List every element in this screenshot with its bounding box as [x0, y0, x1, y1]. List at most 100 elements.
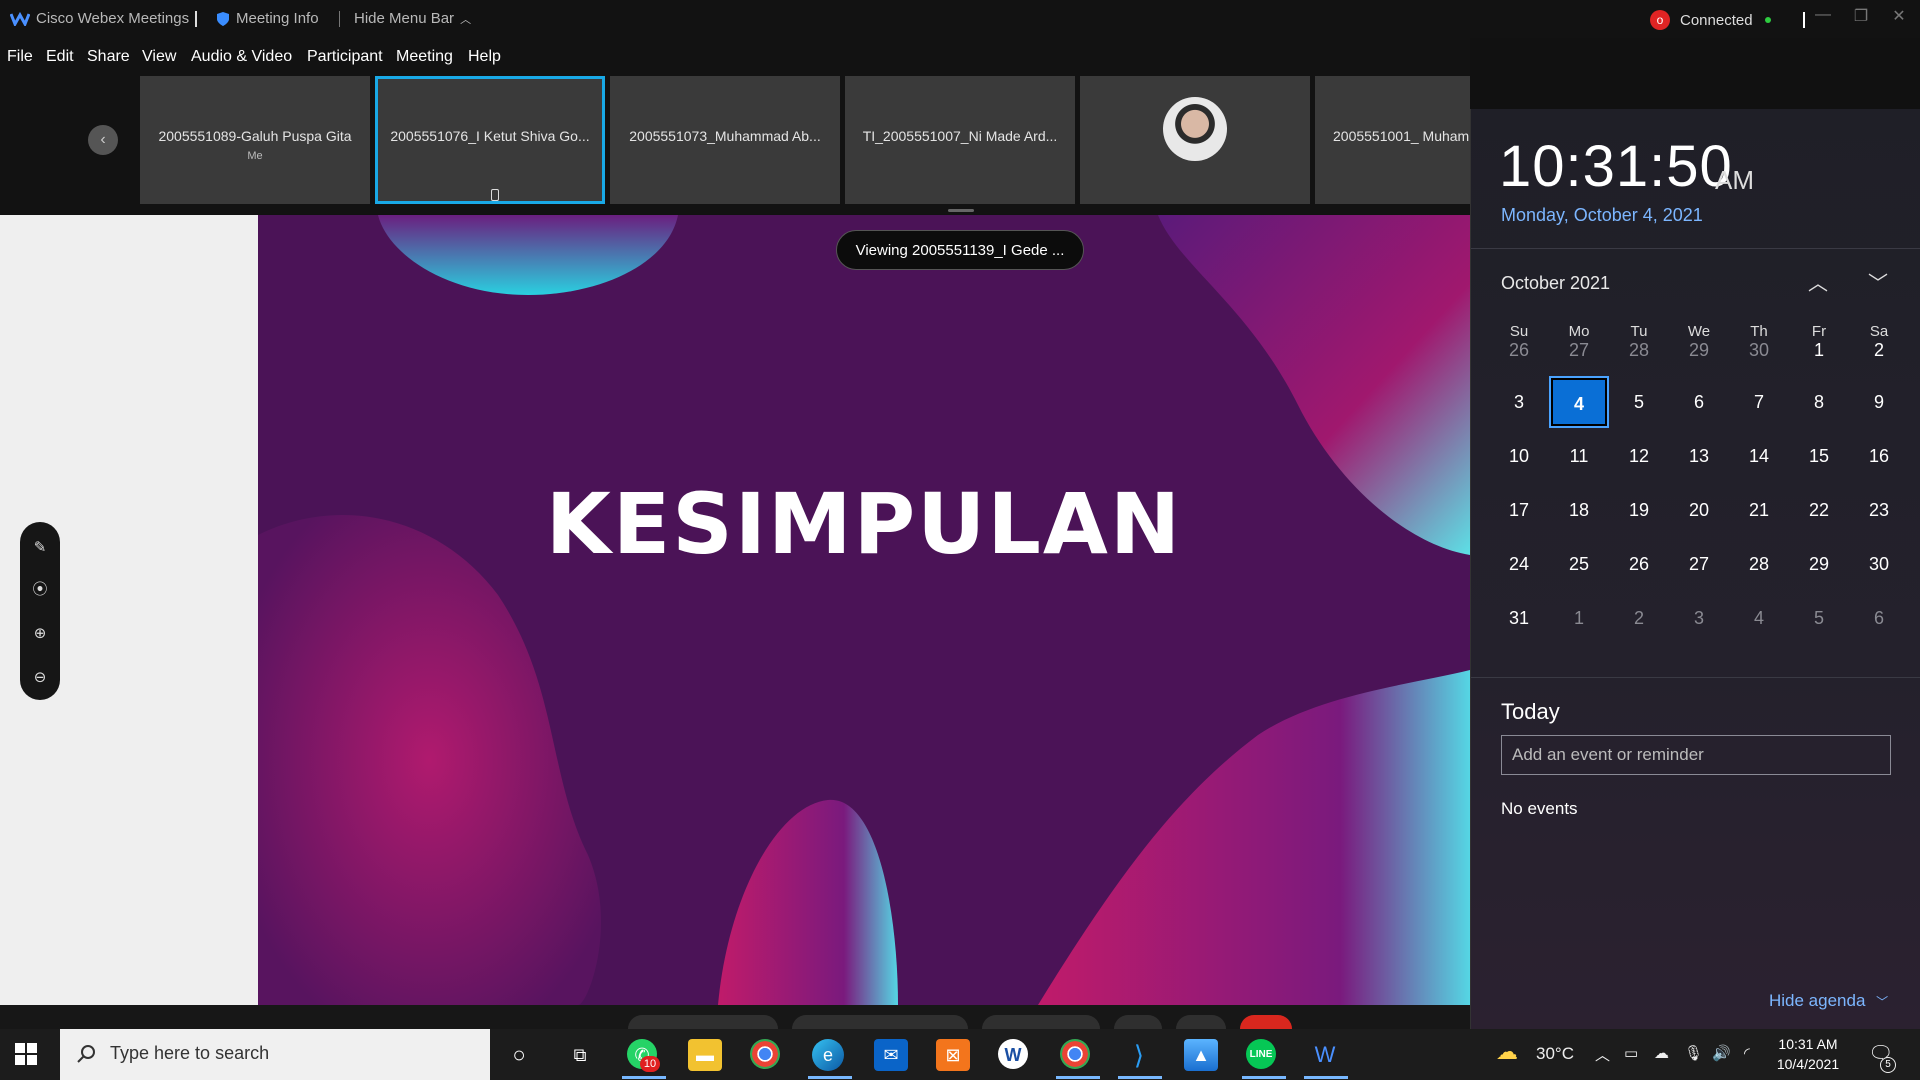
- menu-file[interactable]: File: [7, 48, 33, 66]
- temperature-label[interactable]: 30°C: [1536, 1044, 1574, 1064]
- scroll-left-button[interactable]: ‹: [88, 125, 118, 155]
- calendar-day[interactable]: 7: [1731, 378, 1787, 426]
- calendar-day[interactable]: 1: [1551, 594, 1607, 642]
- calendar-day[interactable]: 3: [1491, 378, 1547, 426]
- wifi-icon[interactable]: ◜: [1744, 1044, 1750, 1062]
- participants-button[interactable]: [1176, 1015, 1226, 1029]
- calendar-day[interactable]: 5: [1611, 378, 1667, 426]
- calendar-day[interactable]: 9: [1851, 378, 1907, 426]
- calendar-day[interactable]: 4: [1731, 594, 1787, 642]
- calendar-day[interactable]: 16: [1851, 432, 1907, 480]
- calendar-day-today[interactable]: 4: [1549, 376, 1609, 428]
- calendar-day[interactable]: 21: [1731, 486, 1787, 534]
- share-button[interactable]: [982, 1015, 1100, 1029]
- participant-tile[interactable]: 2005551001_ Muham: [1315, 76, 1470, 204]
- word-app-icon[interactable]: W: [998, 1039, 1028, 1069]
- next-month-icon[interactable]: ﹀: [1863, 267, 1893, 297]
- month-title[interactable]: October 2021: [1501, 273, 1610, 294]
- cortana-icon[interactable]: ○: [502, 1039, 536, 1071]
- calendar-day[interactable]: 29: [1791, 540, 1847, 588]
- close-button[interactable]: ✕: [1886, 6, 1912, 30]
- calendar-day[interactable]: 1: [1791, 326, 1847, 374]
- video-button[interactable]: [792, 1015, 968, 1029]
- menu-help[interactable]: Help: [468, 48, 501, 66]
- menu-share[interactable]: Share: [87, 48, 130, 66]
- menu-audio-video[interactable]: Audio & Video: [191, 48, 292, 66]
- weather-icon[interactable]: ☁: [1496, 1039, 1518, 1065]
- leave-meeting-button[interactable]: [1240, 1015, 1292, 1029]
- calendar-day[interactable]: 28: [1731, 540, 1787, 588]
- menu-meeting[interactable]: Meeting: [396, 48, 453, 66]
- calendar-day[interactable]: 23: [1851, 486, 1907, 534]
- calendar-day[interactable]: 30: [1731, 326, 1787, 374]
- calendar-day[interactable]: 10: [1491, 432, 1547, 480]
- file-explorer-icon[interactable]: ▬: [688, 1039, 722, 1071]
- vscode-icon[interactable]: ⟩: [1122, 1039, 1156, 1071]
- volume-icon[interactable]: 🔊: [1712, 1044, 1731, 1062]
- calendar-day[interactable]: 27: [1551, 326, 1607, 374]
- onedrive-icon[interactable]: ☁: [1654, 1044, 1669, 1062]
- calendar-day[interactable]: 14: [1731, 432, 1787, 480]
- participant-tile[interactable]: 2005551073_Muhammad Ab...: [610, 76, 840, 204]
- calendar-day[interactable]: 30: [1851, 540, 1907, 588]
- calendar-day[interactable]: 6: [1671, 378, 1727, 426]
- minimize-button[interactable]: —: [1810, 6, 1836, 30]
- annotate-icon[interactable]: ✎: [28, 536, 52, 560]
- calendar-day[interactable]: 11: [1551, 432, 1607, 480]
- calendar-day[interactable]: 19: [1611, 486, 1667, 534]
- calendar-day[interactable]: 17: [1491, 486, 1547, 534]
- photos-icon[interactable]: ▲: [1184, 1039, 1218, 1071]
- calendar-day[interactable]: 25: [1551, 540, 1607, 588]
- line-app-icon[interactable]: LINE: [1246, 1039, 1276, 1069]
- restore-button[interactable]: ❐: [1848, 6, 1874, 30]
- calendar-day[interactable]: 5: [1791, 594, 1847, 642]
- calendar-day[interactable]: 27: [1671, 540, 1727, 588]
- calendar-day[interactable]: 28: [1611, 326, 1667, 374]
- participant-tile[interactable]: TI_2005551007_Ni Made Ard...: [845, 76, 1075, 204]
- chrome-profile-icon[interactable]: [1060, 1039, 1090, 1069]
- calendar-day[interactable]: 18: [1551, 486, 1607, 534]
- taskbar-clock[interactable]: 10:31 AM 10/4/2021: [1770, 1034, 1846, 1074]
- participant-tile-active-speaker[interactable]: 2005551076_I Ketut Shiva Go...: [375, 76, 605, 204]
- edge-icon[interactable]: e: [812, 1039, 844, 1071]
- more-options-button[interactable]: [1114, 1015, 1162, 1029]
- show-hidden-icons-chevron-icon[interactable]: ︿: [1595, 1044, 1610, 1065]
- mute-button[interactable]: [628, 1015, 778, 1029]
- calendar-day[interactable]: 2: [1851, 326, 1907, 374]
- battery-icon[interactable]: ▭: [1624, 1044, 1638, 1062]
- add-event-input[interactable]: Add an event or reminder: [1501, 735, 1891, 775]
- calendar-day[interactable]: 26: [1611, 540, 1667, 588]
- participant-tile-avatar[interactable]: [1080, 76, 1310, 204]
- menu-edit[interactable]: Edit: [46, 48, 74, 66]
- calendar-day[interactable]: 20: [1671, 486, 1727, 534]
- calendar-day[interactable]: 2: [1611, 594, 1667, 642]
- calendar-day[interactable]: 13: [1671, 432, 1727, 480]
- task-view-icon[interactable]: ⧉: [563, 1039, 597, 1071]
- xampp-icon[interactable]: ⊠: [936, 1039, 970, 1071]
- previous-month-icon[interactable]: ︿: [1803, 267, 1833, 297]
- calendar-day[interactable]: 24: [1491, 540, 1547, 588]
- chrome-icon[interactable]: [750, 1039, 780, 1069]
- zoom-in-icon[interactable]: ⊕: [28, 622, 52, 646]
- calendar-day[interactable]: 8: [1791, 378, 1847, 426]
- calendar-day[interactable]: 12: [1611, 432, 1667, 480]
- calendar-day[interactable]: 22: [1791, 486, 1847, 534]
- calendar-day[interactable]: 6: [1851, 594, 1907, 642]
- hide-agenda-button[interactable]: Hide agenda ﹀: [1769, 991, 1888, 1011]
- participant-tile[interactable]: 2005551089-Galuh Puspa Gita Me: [140, 76, 370, 204]
- menu-participant[interactable]: Participant: [307, 48, 383, 66]
- menu-view[interactable]: View: [142, 48, 176, 66]
- calendar-day[interactable]: 31: [1491, 594, 1547, 642]
- microphone-icon[interactable]: 🎙: [1684, 1044, 1703, 1062]
- calendar-day[interactable]: 29: [1671, 326, 1727, 374]
- calendar-day[interactable]: 26: [1491, 326, 1547, 374]
- strip-resize-handle[interactable]: [948, 209, 974, 212]
- laser-pointer-icon[interactable]: ⦿: [28, 578, 52, 602]
- windows-start-icon[interactable]: [14, 1042, 38, 1066]
- taskbar-search-box[interactable]: Type here to search: [60, 1029, 490, 1080]
- webex-icon[interactable]: W: [1308, 1039, 1342, 1071]
- date-long-link[interactable]: Monday, October 4, 2021: [1501, 205, 1703, 226]
- calendar-day[interactable]: 3: [1671, 594, 1727, 642]
- mail-icon[interactable]: ✉: [874, 1039, 908, 1071]
- hide-menu-bar-button[interactable]: Hide Menu Bar ︿: [354, 10, 471, 27]
